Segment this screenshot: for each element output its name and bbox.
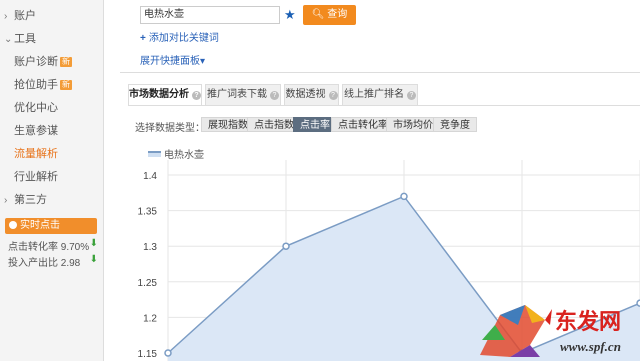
data-point[interactable] bbox=[164, 349, 172, 357]
y-tick-label: 1.3 bbox=[143, 242, 157, 253]
tab-keyword-download[interactable]: 推广词表下载? bbox=[205, 84, 281, 105]
sidebar-item-label: 抢位助手 bbox=[14, 79, 58, 91]
query-button[interactable]: 🔍︎ 查询 bbox=[303, 5, 356, 25]
tab-data-pivot[interactable]: 数据透视? bbox=[284, 84, 339, 105]
y-tick-label: 1.4 bbox=[143, 171, 157, 182]
stat-label: 投入产出比 bbox=[8, 258, 58, 269]
sidebar-item-traffic-analysis[interactable]: 流量解析 bbox=[0, 144, 104, 164]
stat-value: 2.98 bbox=[60, 258, 81, 269]
realtime-dot-icon bbox=[9, 221, 17, 229]
sidebar-group-label: 第三方 bbox=[14, 194, 47, 206]
chevron-right-icon: › bbox=[4, 195, 8, 206]
y-axis-ticks: 1.15 1.2 1.25 1.3 1.35 1.4 bbox=[138, 171, 158, 360]
chevron-right-icon: › bbox=[4, 11, 8, 22]
stat-click-conversion: 点击转化率 9.70% ⬇ bbox=[8, 238, 100, 253]
sidebar: › 账户 ⌄ 工具 账户诊断新 抢位助手新 优化中心 生意参谋 流量解析 行业解析 … bbox=[0, 0, 104, 361]
y-tick-label: 1.2 bbox=[143, 313, 157, 324]
tab-label: 数据透视 bbox=[285, 89, 326, 100]
expand-panel-link[interactable]: 展开快捷面板▾ bbox=[140, 52, 205, 67]
data-type-competition[interactable]: 竞争度 bbox=[433, 117, 477, 132]
help-icon[interactable]: ? bbox=[192, 91, 201, 100]
tab-label: 推广词表下载 bbox=[207, 89, 267, 100]
add-compare-keyword-link[interactable]: + 添加对比关键词 bbox=[140, 29, 219, 44]
expand-panel-label: 展开快捷面板 bbox=[140, 56, 200, 67]
sidebar-item-label: 账户诊断 bbox=[14, 56, 58, 68]
arrow-down-icon: ⬇ bbox=[89, 254, 98, 265]
watermark-url: www.spf.cn bbox=[560, 339, 621, 354]
sidebar-item-industry-analysis[interactable]: 行业解析 bbox=[0, 167, 104, 187]
query-button-label: 查询 bbox=[327, 9, 348, 20]
chevron-down-icon: ⌄ bbox=[4, 34, 13, 45]
add-compare-label: 添加对比关键词 bbox=[148, 33, 219, 44]
new-badge: 新 bbox=[60, 80, 72, 90]
star-icon[interactable]: ★ bbox=[284, 7, 296, 23]
y-tick-label: 1.35 bbox=[138, 207, 158, 218]
tab-label: 线上推广排名 bbox=[344, 89, 404, 100]
sidebar-group-account[interactable]: › 账户 bbox=[0, 6, 104, 26]
data-type-label: 选择数据类型： bbox=[135, 123, 205, 134]
sidebar-group-tools[interactable]: ⌄ 工具 bbox=[0, 29, 104, 49]
sidebar-group-label: 工具 bbox=[14, 33, 36, 45]
stat-roi: 投入产出比 2.98 ⬇ bbox=[8, 254, 100, 269]
sidebar-item-label: 流量解析 bbox=[14, 148, 58, 160]
data-point[interactable] bbox=[400, 192, 408, 201]
sidebar-item-position-helper[interactable]: 抢位助手新 bbox=[0, 75, 104, 95]
data-point[interactable] bbox=[282, 242, 290, 250]
realtime-label: 实时点击 bbox=[20, 220, 60, 231]
keyword-search-input[interactable]: 电热水壶 bbox=[140, 6, 280, 24]
tab-market-data-analysis[interactable]: 市场数据分析? bbox=[128, 84, 202, 106]
sidebar-item-label: 生意参谋 bbox=[14, 125, 58, 137]
stat-label: 点击转化率 bbox=[8, 242, 58, 253]
help-icon[interactable]: ? bbox=[270, 91, 279, 100]
tab-online-ranking[interactable]: 线上推广排名? bbox=[342, 84, 418, 105]
data-type-market-avg-price[interactable]: 市场均价 bbox=[386, 117, 440, 132]
search-icon: 🔍︎ bbox=[311, 9, 325, 20]
tabs-baseline bbox=[128, 105, 640, 106]
help-icon[interactable]: ? bbox=[407, 91, 416, 100]
sidebar-item-account-diagnosis[interactable]: 账户诊断新 bbox=[0, 52, 104, 72]
y-tick-label: 1.15 bbox=[138, 349, 158, 360]
sidebar-item-label: 行业解析 bbox=[14, 171, 58, 183]
realtime-click-header[interactable]: 实时点击 bbox=[5, 218, 97, 234]
plus-icon: + bbox=[140, 33, 146, 44]
y-tick-label: 1.25 bbox=[138, 278, 158, 289]
sidebar-group-third-party[interactable]: › 第三方 bbox=[0, 190, 104, 210]
help-icon[interactable]: ? bbox=[328, 91, 338, 100]
sidebar-item-optimization-center[interactable]: 优化中心 bbox=[0, 98, 104, 118]
tab-label: 市场数据分析 bbox=[129, 89, 189, 100]
legend-swatch bbox=[148, 151, 161, 157]
new-badge: 新 bbox=[60, 57, 72, 67]
arrow-down-icon: ⬇ bbox=[89, 238, 98, 249]
sidebar-item-business-advisor[interactable]: 生意参谋 bbox=[0, 121, 104, 141]
sidebar-group-label: 账户 bbox=[14, 10, 36, 22]
sidebar-item-label: 优化中心 bbox=[14, 102, 58, 114]
watermark-brand: 东发网 bbox=[555, 309, 622, 335]
divider bbox=[120, 72, 640, 73]
stat-value: 9.70% bbox=[60, 242, 90, 253]
caret-down-icon: ▾ bbox=[200, 56, 206, 67]
chart-legend: 电热水壶 bbox=[148, 146, 204, 161]
